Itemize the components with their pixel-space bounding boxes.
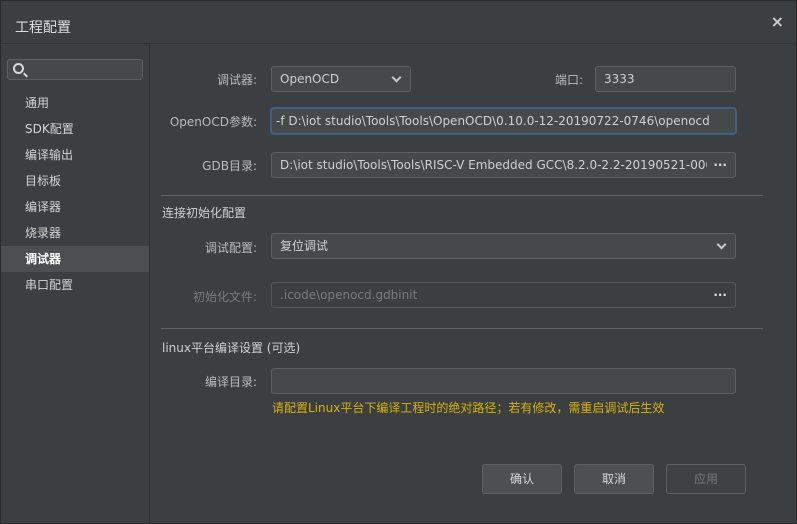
- port-input[interactable]: 3333: [595, 66, 736, 92]
- chevron-down-icon: [716, 239, 727, 250]
- settings-panel: 调试器: OpenOCD 端口: 3333 OpenOCD参数: -f D:\i…: [151, 43, 797, 524]
- build-dir-label: 编译目录:: [204, 375, 257, 389]
- init-file-value: .icode\openocd.gdbinit: [280, 288, 418, 302]
- ok-button[interactable]: 确认: [482, 464, 562, 494]
- debug-config-select[interactable]: 复位调试: [271, 233, 736, 259]
- browse-init-file-button: ···: [713, 288, 727, 302]
- gdb-dir-value: D:\iot studio\Tools\Tools\RISC-V Embedde…: [280, 158, 707, 172]
- debug-config-label: 调试配置:: [204, 241, 257, 255]
- port-label: 端口:: [554, 73, 583, 87]
- sidebar-nav: 通用 SDK配置 编译输出 目标板 编译器 烧录器 调试器 串口配置: [1, 90, 149, 298]
- build-dir-hint: 请配置Linux平台下编译工程时的绝对路径；若有修改，需重启调试后生效: [272, 401, 665, 415]
- gdb-dir-input[interactable]: D:\iot studio\Tools\Tools\RISC-V Embedde…: [271, 152, 736, 178]
- openocd-params-input[interactable]: -f D:\iot studio\Tools\Tools\OpenOCD\0.1…: [271, 108, 736, 134]
- openocd-params-label: OpenOCD参数:: [169, 115, 257, 129]
- debugger-select[interactable]: OpenOCD: [271, 66, 411, 92]
- sidebar-item-general[interactable]: 通用: [1, 90, 149, 116]
- apply-button: 应用: [666, 464, 746, 494]
- separator: [161, 195, 763, 196]
- search-input[interactable]: [28, 61, 138, 78]
- build-dir-input[interactable]: [271, 368, 736, 394]
- gdb-dir-label: GDB目录:: [202, 159, 257, 173]
- sidebar-item-serial-config[interactable]: 串口配置: [1, 272, 149, 298]
- close-icon[interactable]: ×: [771, 12, 784, 31]
- sidebar-item-target-board[interactable]: 目标板: [1, 168, 149, 194]
- sidebar: 通用 SDK配置 编译输出 目标板 编译器 烧录器 调试器 串口配置: [1, 43, 150, 524]
- sidebar-item-debugger[interactable]: 调试器: [1, 246, 149, 272]
- search-box[interactable]: [7, 59, 143, 80]
- sidebar-item-flasher[interactable]: 烧录器: [1, 220, 149, 246]
- debugger-label: 调试器:: [216, 73, 257, 87]
- linux-build-section-title: linux平台编译设置 (可选): [162, 341, 301, 355]
- init-file-input: .icode\openocd.gdbinit ···: [271, 282, 736, 308]
- init-file-label: 初始化文件:: [192, 290, 257, 304]
- search-icon: [13, 63, 24, 74]
- sidebar-item-sdk-config[interactable]: SDK配置: [1, 116, 149, 142]
- dialog-title: 工程配置: [15, 20, 71, 36]
- separator: [161, 328, 763, 329]
- debugger-select-value: OpenOCD: [280, 72, 340, 86]
- cancel-button[interactable]: 取消: [574, 464, 654, 494]
- project-config-dialog: 工程配置 × 通用 SDK配置 编译输出 目标板 编译器 烧录器 调试器 串口配…: [0, 0, 797, 524]
- sidebar-item-compiler[interactable]: 编译器: [1, 194, 149, 220]
- debug-config-select-value: 复位调试: [280, 239, 329, 253]
- chevron-down-icon: [391, 72, 402, 83]
- browse-gdb-dir-button[interactable]: ···: [713, 153, 727, 177]
- sidebar-item-build-output[interactable]: 编译输出: [1, 142, 149, 168]
- title-bar: 工程配置 ×: [1, 1, 797, 43]
- connection-init-section-title: 连接初始化配置: [162, 206, 247, 220]
